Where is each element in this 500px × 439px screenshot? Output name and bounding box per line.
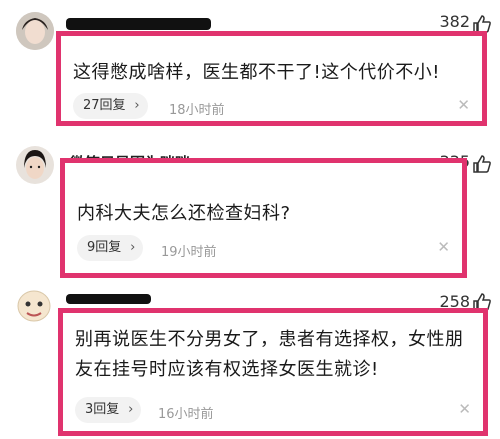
reply-label: 3回复 [85,402,120,417]
comment-item: 382 这得憋成啥样，医生都不干了!这个代价不小! 27回复 › 18小时前 ✕ [0,0,500,130]
thumb-up-icon[interactable] [472,154,492,174]
comment-text: 内科大夫怎么还检查妇科? [77,203,291,224]
avatar[interactable] [16,146,54,184]
chevron-right-icon: › [130,240,136,255]
comment-item: 258 别再说医生不分男女了，患者有选择权，女性朋友在挂号时应该有权选择女医生就… [0,282,500,439]
close-icon[interactable]: ✕ [458,400,471,418]
timestamp: 16小时前 [158,407,214,422]
chevron-right-icon: › [134,98,140,113]
comment-text: 别再说医生不分男女了，患者有选择权，女性朋友在挂号时应该有权选择女医生就诊! [75,329,464,380]
comment-card: 内科大夫怎么还检查妇科? 9回复 › 19小时前 ✕ [60,158,467,278]
timestamp: 19小时前 [161,245,217,260]
reply-button[interactable]: 3回复 › [75,397,142,423]
comment-card: 这得憋成啥样，医生都不干了!这个代价不小! 27回复 › 18小时前 ✕ [56,31,487,126]
reply-label: 9回复 [87,240,122,255]
reply-label: 27回复 [83,98,126,113]
reply-button[interactable]: 9回复 › [77,235,144,261]
close-icon[interactable]: ✕ [437,238,450,256]
comment-item: 微笑只是因为眯眯 335 内科大夫怎么还检查妇科? 9回复 › 19小时前 ✕ [0,140,500,280]
username-redacted [66,294,151,304]
timestamp: 18小时前 [169,103,225,118]
close-icon[interactable]: ✕ [457,96,470,114]
comment-card: 别再说医生不分男女了，患者有选择权，女性朋友在挂号时应该有权选择女医生就诊! 3… [58,308,488,436]
avatar[interactable] [14,284,54,324]
like-count: 382 [439,12,470,31]
avatar[interactable] [16,12,54,50]
reply-button[interactable]: 27回复 › [73,93,148,119]
chevron-right-icon: › [128,402,134,417]
comment-text: 这得憋成啥样，医生都不干了!这个代价不小! [73,62,440,83]
username-redacted [66,18,211,30]
